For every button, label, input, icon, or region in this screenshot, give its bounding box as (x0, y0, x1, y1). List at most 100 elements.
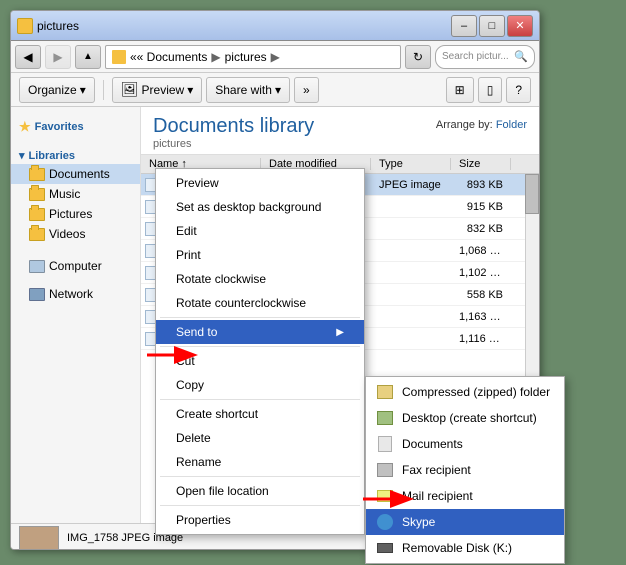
column-size[interactable]: Size (451, 158, 511, 170)
submenu-label: Mail recipient (402, 489, 473, 503)
path-separator-2: ▶ (271, 50, 280, 64)
share-with-button[interactable]: Share with ▾ (206, 77, 290, 103)
address-bar: ◀ ▶ ▲ «« Documents ▶ pictures ▶ ↻ Search… (11, 41, 539, 73)
computer-label: Computer (49, 259, 102, 273)
menu-item-set-desktop[interactable]: Set as desktop background (156, 195, 364, 219)
submenu: Compressed (zipped) folder Desktop (crea… (365, 376, 565, 564)
menu-item-preview[interactable]: Preview (156, 171, 364, 195)
documents-folder-icon (29, 168, 45, 181)
menu-label: Create shortcut (176, 407, 258, 421)
title-controls: – □ ✕ (451, 15, 533, 37)
menu-label: Open file location (176, 484, 269, 498)
submenu-item-docs[interactable]: Documents (366, 431, 564, 457)
sidebar-item-computer[interactable]: Computer (11, 256, 140, 276)
submenu-label: Removable Disk (K:) (402, 541, 512, 555)
view-icon-button[interactable]: ⊞ (446, 77, 474, 103)
menu-item-open-file-location[interactable]: Open file location (156, 479, 364, 503)
library-header: Arrange by: Folder Documents library pic… (141, 107, 539, 155)
star-icon: ★ (19, 119, 31, 135)
share-with-label: Share with (215, 83, 272, 97)
preview-arrow-icon: ▾ (187, 83, 193, 97)
menu-label: Rename (176, 455, 221, 469)
sidebar-item-pictures[interactable]: Pictures (11, 204, 140, 224)
submenu-item-skype[interactable]: Skype (366, 509, 564, 535)
docs-icon (376, 436, 394, 452)
menu-separator (160, 317, 360, 318)
mail-icon (376, 488, 394, 504)
arrange-by: Arrange by: Folder (436, 119, 527, 131)
menu-label: Send to (176, 325, 217, 339)
search-icon[interactable]: 🔍 (514, 50, 528, 63)
file-size: 558 KB (451, 289, 511, 301)
organize-arrow-icon: ▾ (80, 83, 86, 97)
menu-separator (160, 476, 360, 477)
documents-label: Documents (49, 167, 110, 181)
menu-item-edit[interactable]: Edit (156, 219, 364, 243)
path-text: «« Documents (130, 50, 207, 64)
minimize-button[interactable]: – (451, 15, 477, 37)
menu-separator (160, 399, 360, 400)
menu-item-properties[interactable]: Properties (156, 508, 364, 532)
libraries-section[interactable]: ▾ Libraries (11, 145, 140, 164)
network-icon (29, 288, 45, 301)
arrange-by-value[interactable]: Folder (496, 119, 527, 131)
menu-label: Delete (176, 431, 211, 445)
refresh-button[interactable]: ↻ (405, 45, 431, 69)
submenu-item-mail[interactable]: Mail recipient (366, 483, 564, 509)
submenu-item-zip[interactable]: Compressed (zipped) folder (366, 379, 564, 405)
pictures-folder-icon (29, 208, 45, 221)
library-subtitle: pictures (153, 138, 527, 150)
search-placeholder: Search pictur... (442, 51, 509, 62)
menu-item-cut[interactable]: Cut (156, 349, 364, 373)
libraries-label: Libraries (29, 150, 75, 162)
organize-button[interactable]: Organize ▾ (19, 77, 95, 103)
close-button[interactable]: ✕ (507, 15, 533, 37)
toolbar: Organize ▾ 🖼 Preview ▾ Share with ▾ » ⊞ … (11, 73, 539, 107)
sidebar-item-documents[interactable]: Documents (11, 164, 140, 184)
thumbnail-preview (19, 526, 59, 550)
preview-button[interactable]: 🖼 Preview ▾ (112, 77, 203, 103)
menu-separator (160, 505, 360, 506)
file-type: JPEG image (371, 179, 451, 191)
menu-item-print[interactable]: Print (156, 243, 364, 267)
menu-item-rename[interactable]: Rename (156, 450, 364, 474)
arrange-by-label: Arrange by: (436, 119, 493, 131)
search-box[interactable]: Search pictur... 🔍 (435, 45, 535, 69)
menu-item-delete[interactable]: Delete (156, 426, 364, 450)
sidebar-item-network[interactable]: Network (11, 284, 140, 304)
scrollbar-thumb[interactable] (525, 174, 539, 214)
menu-item-copy[interactable]: Copy (156, 373, 364, 397)
menu-label: Preview (176, 176, 219, 190)
favorites-section: ★ Favorites (11, 115, 140, 137)
title-bar: pictures – □ ✕ (11, 11, 539, 41)
organize-label: Organize (28, 83, 77, 97)
desktop-icon (376, 410, 394, 426)
column-type[interactable]: Type (371, 158, 451, 170)
menu-item-create-shortcut[interactable]: Create shortcut (156, 402, 364, 426)
menu-item-send-to[interactable]: Send to ▶ (156, 320, 364, 344)
submenu-item-fax[interactable]: Fax recipient (366, 457, 564, 483)
menu-item-rotate-ccw[interactable]: Rotate counterclockwise (156, 291, 364, 315)
forward-button[interactable]: ▶ (45, 45, 71, 69)
up-button[interactable]: ▲ (75, 45, 101, 69)
sidebar-item-music[interactable]: Music (11, 184, 140, 204)
submenu-item-desktop[interactable]: Desktop (create shortcut) (366, 405, 564, 431)
menu-label: Print (176, 248, 201, 262)
menu-label: Copy (176, 378, 204, 392)
music-folder-icon (29, 188, 45, 201)
help-label: ? (515, 83, 522, 97)
more-button[interactable]: » (294, 77, 319, 103)
window-title: pictures (37, 19, 79, 33)
preview-pane-button[interactable]: ▯ (478, 77, 503, 103)
skype-icon (376, 514, 394, 530)
menu-item-rotate-cw[interactable]: Rotate clockwise (156, 267, 364, 291)
preview-icon: 🖼 (121, 81, 139, 98)
maximize-button[interactable]: □ (479, 15, 505, 37)
submenu-arrow-icon: ▶ (336, 327, 344, 338)
menu-label: Rotate clockwise (176, 272, 266, 286)
address-path[interactable]: «« Documents ▶ pictures ▶ (105, 45, 401, 69)
help-button[interactable]: ? (506, 77, 531, 103)
submenu-item-usb[interactable]: Removable Disk (K:) (366, 535, 564, 561)
sidebar-item-videos[interactable]: Videos (11, 224, 140, 244)
back-button[interactable]: ◀ (15, 45, 41, 69)
